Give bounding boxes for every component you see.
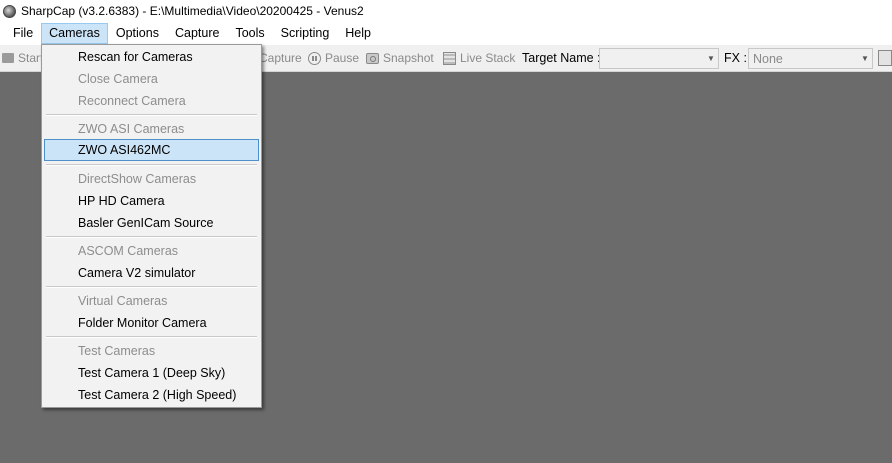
title-bar: SharpCap (v3.2.6383) - E:\Multimedia\Vid… xyxy=(0,0,892,22)
menu-item-test-camera-1[interactable]: Test Camera 1 (Deep Sky) xyxy=(44,362,259,384)
menu-help[interactable]: Help xyxy=(337,23,379,44)
live-stack-icon xyxy=(443,51,456,65)
menu-file[interactable]: File xyxy=(0,23,41,44)
target-name-label: Target Name : xyxy=(522,51,601,65)
pause-label: Pause xyxy=(325,51,360,65)
camera-icon xyxy=(366,52,379,64)
menu-separator xyxy=(46,236,257,238)
fx-label: FX : xyxy=(724,51,747,65)
toolbar-overflow-button[interactable] xyxy=(878,50,892,66)
group-header-zwo-asi: ZWO ASI Cameras xyxy=(78,122,185,136)
menu-item-reconnect-camera[interactable]: Reconnect Camera xyxy=(44,90,259,112)
menu-item-camera-v2-simulator[interactable]: Camera V2 simulator xyxy=(44,262,259,284)
menu-cameras[interactable]: Cameras xyxy=(41,23,108,44)
snapshot-label: Snapshot xyxy=(383,51,434,65)
menu-separator xyxy=(46,286,257,288)
menu-separator xyxy=(46,336,257,338)
capture-label: Capture xyxy=(259,51,302,65)
menu-capture[interactable]: Capture xyxy=(167,23,227,44)
window-title: SharpCap (v3.2.6383) - E:\Multimedia\Vid… xyxy=(21,4,364,18)
start-capture-icon xyxy=(2,53,14,63)
menu-scripting[interactable]: Scripting xyxy=(273,23,338,44)
menu-separator xyxy=(46,164,257,166)
live-stack-label: Live Stack xyxy=(460,51,516,65)
menu-item-folder-monitor-camera[interactable]: Folder Monitor Camera xyxy=(44,312,259,334)
menu-item-basler-genicam[interactable]: Basler GenICam Source xyxy=(44,212,259,234)
start-label: Start xyxy=(18,51,44,65)
fx-combobox[interactable]: None ▼ xyxy=(748,48,873,69)
menu-item-zwo-asi462mc[interactable]: ZWO ASI462MC xyxy=(44,139,259,161)
live-stack-button[interactable]: Live Stack xyxy=(443,45,515,71)
menu-item-test-camera-2[interactable]: Test Camera 2 (High Speed) xyxy=(44,384,259,406)
group-header-test: Test Cameras xyxy=(78,344,156,358)
menu-item-hp-hd-camera[interactable]: HP HD Camera xyxy=(44,190,259,212)
snapshot-button[interactable]: Snapshot xyxy=(366,45,434,71)
fx-value: None xyxy=(753,51,783,66)
capture-button[interactable]: Capture xyxy=(259,45,302,71)
menu-item-close-camera[interactable]: Close Camera xyxy=(44,68,259,90)
group-header-virtual: Virtual Cameras xyxy=(78,294,168,308)
menu-tools[interactable]: Tools xyxy=(227,23,272,44)
pause-icon xyxy=(308,51,321,65)
group-header-ascom: ASCOM Cameras xyxy=(78,244,179,258)
chevron-down-icon: ▼ xyxy=(707,54,715,63)
menu-options[interactable]: Options xyxy=(108,23,167,44)
sharpcap-app-icon xyxy=(3,4,16,18)
menu-separator xyxy=(46,114,257,116)
target-name-combobox[interactable]: ▼ xyxy=(599,48,719,69)
pause-button[interactable]: Pause xyxy=(308,45,359,71)
start-button[interactable]: Start xyxy=(2,45,43,71)
menu-bar: File Cameras Options Capture Tools Scrip… xyxy=(0,22,892,45)
cameras-dropdown-menu: Rescan for Cameras Close Camera Reconnec… xyxy=(41,44,262,408)
chevron-down-icon: ▼ xyxy=(861,54,869,63)
menu-item-rescan-cameras[interactable]: Rescan for Cameras xyxy=(44,46,259,68)
group-header-directshow: DirectShow Cameras xyxy=(78,172,197,186)
